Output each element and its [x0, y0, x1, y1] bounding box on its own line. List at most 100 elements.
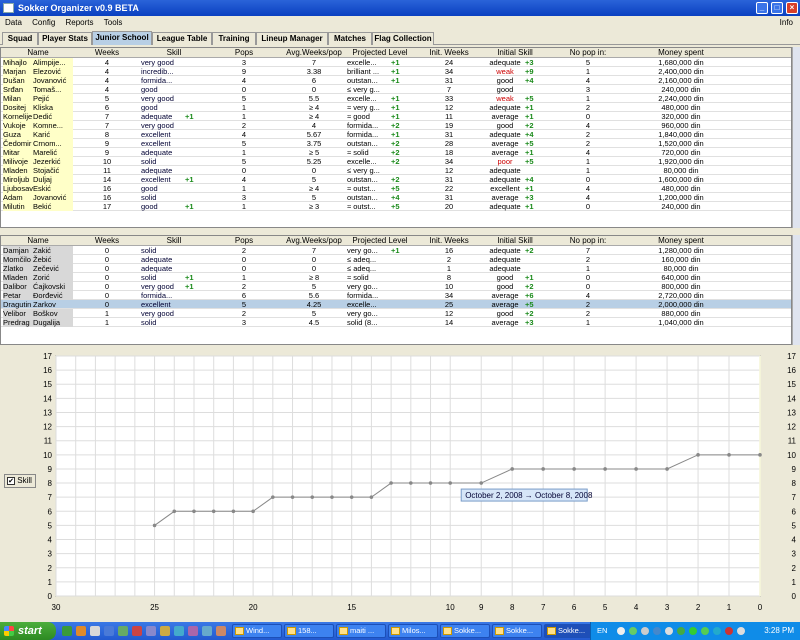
tab-player-stats[interactable]: Player Stats [38, 32, 92, 45]
taskbar-button[interactable]: maiti ... [336, 624, 386, 638]
quicklaunch-icon[interactable] [132, 626, 142, 636]
table-row[interactable]: Momčilo Žebić 0 adequate 0 0 ≤ adeq... 2 adequat… [1, 255, 791, 264]
tray-icon[interactable] [641, 627, 649, 635]
menu-reports[interactable]: Reports [66, 18, 94, 27]
table-row[interactable]: Miroljub Duljaj 14 excellent +1 4 5 outstan... +… [1, 175, 791, 184]
table-row[interactable]: Dušan Jovanović 4 formida... 4 6 outstan... +1 3… [1, 76, 791, 85]
column-header[interactable]: Init. Weeks [413, 48, 485, 58]
table-row[interactable]: Milan Pejić 5 very good 5 5.5 excelle... +1 33 we… [1, 94, 791, 103]
table-row[interactable]: Mladen Zorić 0 solid +1 1 ≥ 8 ≈ solid 8 good +1 0 64… [1, 273, 791, 282]
taskbar-button[interactable]: Wind... [232, 624, 282, 638]
tab-matches[interactable]: Matches [328, 32, 372, 45]
column-header[interactable]: No pop in: [545, 48, 631, 58]
table-row[interactable]: Adam Jovanović 16 solid 3 5 outstan... +4 31 aver… [1, 193, 791, 202]
column-header[interactable]: Initial Skill [485, 236, 545, 246]
column-header[interactable]: No pop in: [545, 236, 631, 246]
volume-icon[interactable] [737, 627, 745, 635]
table-row[interactable]: Milivoje Jezerkić 10 solid 5 5.25 excelle... +2… [1, 157, 791, 166]
table-row[interactable]: Srđan Tomaš... 4 good 0 0 ≤ very g... 7 good 3 240… [1, 85, 791, 94]
taskbar-button[interactable]: Milos... [388, 624, 438, 638]
table-row[interactable]: Dalibor Ćajkovski 0 very good +1 2 5 very go...… [1, 282, 791, 291]
tray-icon[interactable] [677, 627, 685, 635]
table-row[interactable]: Dragutin Zarkov 0 excellent 5 4.25 excelle... 2… [1, 300, 791, 309]
table-row[interactable]: Velibor Boškov 1 very good 2 5 very go... 12 goo… [1, 309, 791, 318]
table-row[interactable]: Guza Karić 8 excellent 4 5.67 formida... +1 31 ad… [1, 130, 791, 139]
quicklaunch-icon[interactable] [62, 626, 72, 636]
column-header[interactable]: Initial Skill [485, 48, 545, 58]
tab-squad[interactable]: Squad [2, 32, 38, 45]
menu-config[interactable]: Config [32, 18, 55, 27]
tray-icon[interactable] [653, 627, 661, 635]
maximize-button[interactable]: □ [771, 2, 783, 14]
play-icon[interactable] [689, 627, 697, 635]
taskbar-button[interactable]: 158... [284, 624, 334, 638]
minimize-button[interactable]: _ [756, 2, 768, 14]
column-header[interactable]: Skill [141, 236, 207, 246]
menu-info[interactable]: Info [780, 16, 793, 30]
table-row[interactable]: Dositej Kliska 6 good 1 ≥ 4 ≈ very g... +1 12 ade… [1, 103, 791, 112]
start-button[interactable]: start [0, 622, 56, 640]
table-row[interactable]: Mitar Marelić 9 adequate 1 ≥ 5 ≈ solid +2 18 aver… [1, 148, 791, 157]
quicklaunch-icon[interactable] [90, 626, 100, 636]
column-header[interactable]: Skill [141, 48, 207, 58]
table-row[interactable]: Petar Đorđević 0 formida... 6 5.6 formida... 34… [1, 291, 791, 300]
tray-icon[interactable] [617, 627, 625, 635]
tab-lineup-manager[interactable]: Lineup Manager [256, 32, 328, 45]
table-row[interactable]: Predrag Dugalija 1 solid 3 4.5 solid (8... 14 av… [1, 318, 791, 327]
column-header[interactable]: Weeks [73, 48, 141, 58]
tray-icon[interactable] [629, 627, 637, 635]
column-header[interactable]: Weeks [73, 236, 141, 246]
column-header[interactable]: Name [3, 48, 73, 58]
junior-table-bottom[interactable]: Name Weeks Skill Pops Avg.Weeks/pop Projected… [0, 235, 792, 345]
taskbar-button[interactable]: Sokke... [440, 624, 490, 638]
language-indicator[interactable]: EN [597, 622, 607, 640]
column-header[interactable]: Pops [207, 236, 281, 246]
scrollbar-top[interactable] [792, 47, 800, 228]
table-row[interactable]: Milutin Bekić 17 good +1 1 ≥ 3 ≈ outst... +5 20 ad… [1, 202, 791, 211]
quicklaunch-icon[interactable] [174, 626, 184, 636]
tab-junior-school[interactable]: Junior School [92, 31, 152, 45]
skill-checkbox[interactable]: ✔ [7, 476, 15, 485]
column-header[interactable]: Pops [207, 48, 281, 58]
table-row[interactable]: Čedomir Crnom... 9 excellent 5 3.75 outstan...… [1, 139, 791, 148]
column-header[interactable]: Name [3, 236, 73, 246]
table-row[interactable]: Marjan Elezović 4 incredib... 9 3.38 brilliant… [1, 67, 791, 76]
menu-tools[interactable]: Tools [104, 18, 123, 27]
tray-icon[interactable] [713, 627, 721, 635]
column-header[interactable]: Projected Level [347, 236, 413, 246]
quicklaunch-icon[interactable] [188, 626, 198, 636]
quicklaunch-icon[interactable] [202, 626, 212, 636]
firefox-icon[interactable] [76, 626, 86, 636]
tray-icon[interactable] [701, 627, 709, 635]
table-row[interactable]: Ljubosav Eskić 16 good 1 ≥ 4 ≈ outst... +5 22 exc… [1, 184, 791, 193]
tab-training[interactable]: Training [212, 32, 256, 45]
quicklaunch-icon[interactable] [160, 626, 170, 636]
tab-flag-collection[interactable]: Flag Collection [372, 32, 434, 45]
tray-icon[interactable] [665, 627, 673, 635]
scrollbar-bottom[interactable] [792, 235, 800, 345]
column-header[interactable]: Avg.Weeks/pop [281, 48, 347, 58]
table-row[interactable]: Damjan Zakić 0 solid 2 7 very go... +1 16 adequat… [1, 246, 791, 255]
tab-league-table[interactable]: League Table [152, 32, 212, 45]
taskbar-button-active[interactable]: Sokke... [544, 624, 594, 638]
quicklaunch-icon[interactable] [118, 626, 128, 636]
column-header[interactable]: Projected Level [347, 48, 413, 58]
ie-icon[interactable] [104, 626, 114, 636]
table-row[interactable]: Mihajlo Alimpije... 4 very good 3 7 excelle...… [1, 58, 791, 67]
column-header[interactable]: Money spent [631, 48, 731, 58]
junior-table-top[interactable]: Name Weeks Skill Pops Avg.Weeks/pop Projected… [0, 47, 792, 228]
table-row[interactable]: Kornelije Dedić 7 adequate +1 1 ≥ 4 ≈ good +1 11 a… [1, 112, 791, 121]
menu-data[interactable]: Data [5, 18, 22, 27]
column-header[interactable]: Avg.Weeks/pop [281, 236, 347, 246]
table-row[interactable]: Zlatko Zečević 0 adequate 0 0 ≤ adeq... 1 adequa… [1, 264, 791, 273]
column-header[interactable]: Money spent [631, 236, 731, 246]
quicklaunch-icon[interactable] [146, 626, 156, 636]
chart-legend[interactable]: ✔ Skill [4, 474, 36, 488]
column-header[interactable]: Init. Weeks [413, 236, 485, 246]
taskbar-button[interactable]: Sokke... [492, 624, 542, 638]
tray-icon[interactable] [725, 627, 733, 635]
table-row[interactable]: Vukoje Komne... 7 very good 2 4 formida... +2 19… [1, 121, 791, 130]
table-row[interactable]: Mladen Stojačić 11 adequate 0 0 ≤ very g... 12 a… [1, 166, 791, 175]
close-button[interactable]: × [786, 2, 798, 14]
quicklaunch-icon[interactable] [216, 626, 226, 636]
